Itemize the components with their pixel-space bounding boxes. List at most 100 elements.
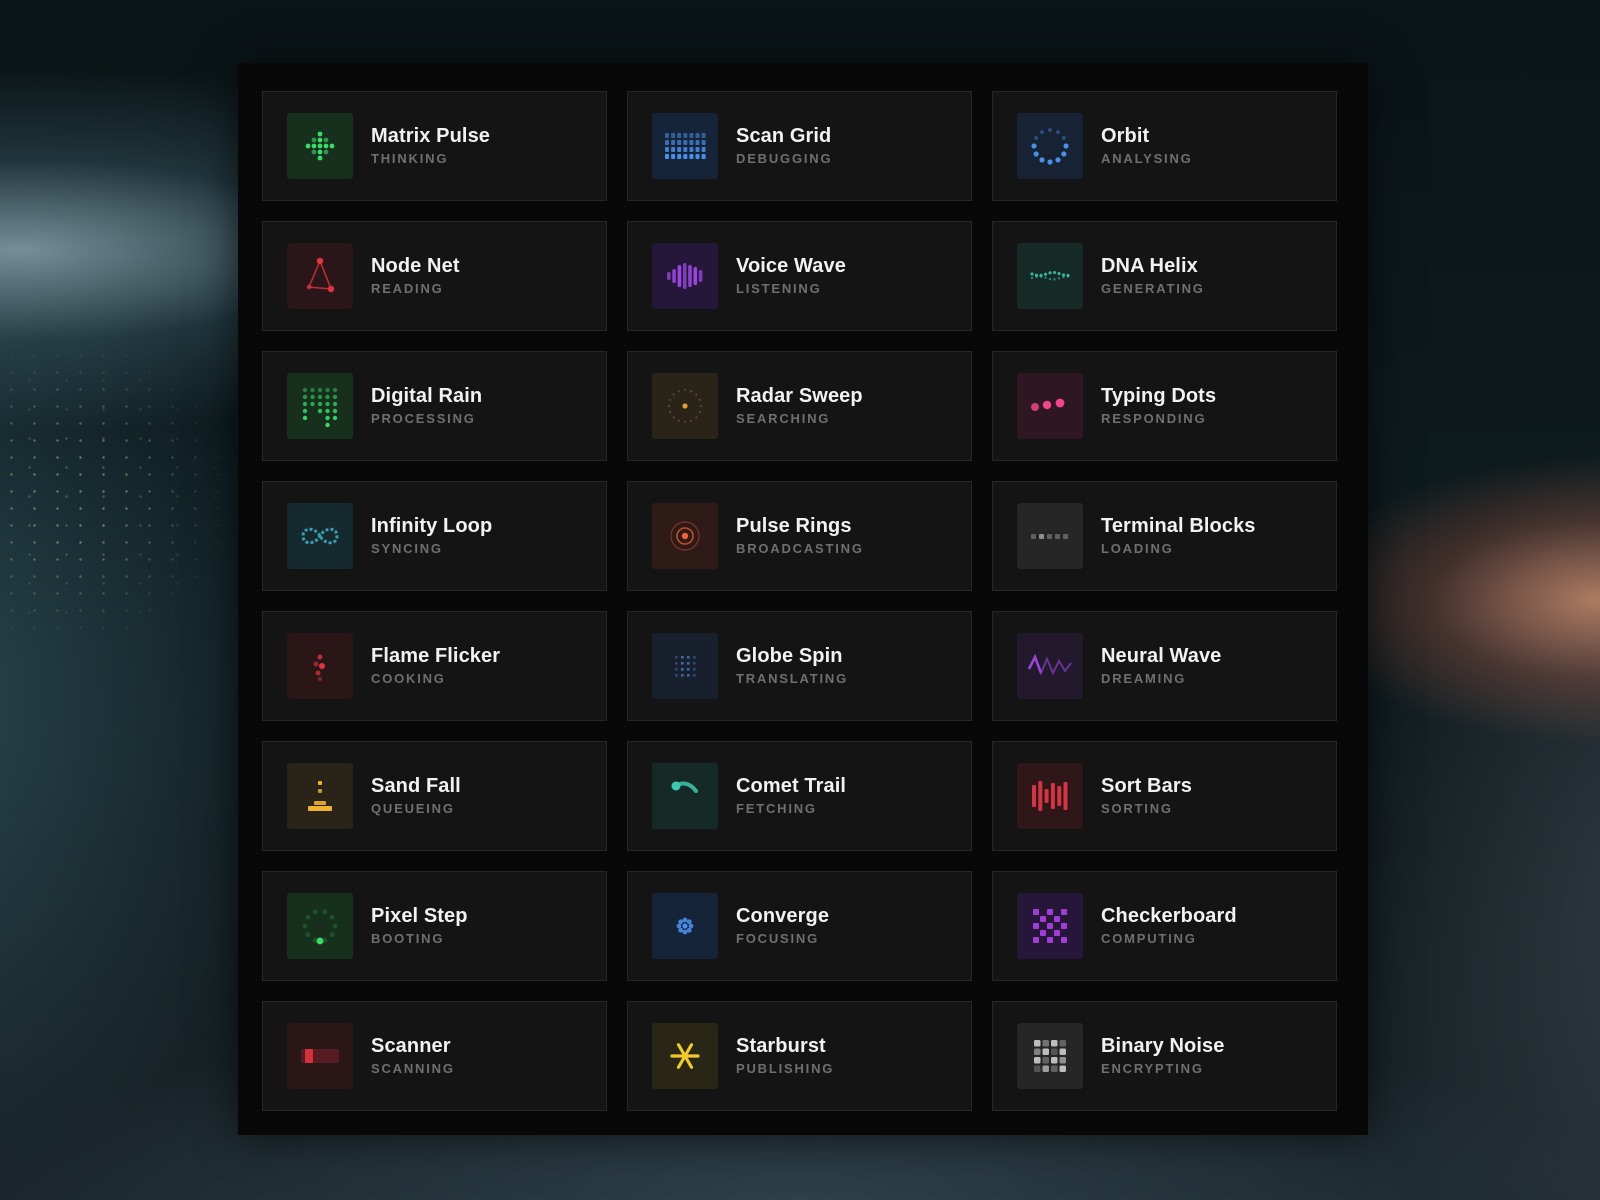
loader-card-neural-wave[interactable]: Neural Wave DREAMING bbox=[992, 611, 1337, 721]
icon-box bbox=[652, 763, 718, 829]
card-status: TRANSLATING bbox=[736, 671, 848, 686]
icon-box bbox=[652, 893, 718, 959]
loader-card-binary-noise[interactable]: Binary Noise ENCRYPTING bbox=[992, 1001, 1337, 1111]
card-title: Flame Flicker bbox=[371, 645, 501, 667]
orbit-icon bbox=[1031, 128, 1069, 165]
loader-card-voice-wave[interactable]: Voice Wave LISTENING bbox=[627, 221, 972, 331]
card-title: Node Net bbox=[371, 255, 460, 277]
icon-box bbox=[287, 1023, 353, 1089]
card-status: ENCRYPTING bbox=[1101, 1061, 1204, 1076]
loader-card-infinity-loop[interactable]: Infinity Loop SYNCING bbox=[262, 481, 607, 591]
icon-box bbox=[1017, 763, 1083, 829]
comet-trail-icon bbox=[671, 781, 698, 793]
card-status: SORTING bbox=[1101, 801, 1173, 816]
digital-rain-icon bbox=[302, 387, 338, 428]
card-title: Globe Spin bbox=[736, 645, 843, 667]
icon-box bbox=[652, 373, 718, 439]
card-status: PUBLISHING bbox=[736, 1061, 835, 1076]
dna-helix-icon bbox=[1030, 270, 1070, 281]
loader-card-digital-rain[interactable]: Digital Rain PROCESSING bbox=[262, 351, 607, 461]
loader-card-flame-flicker[interactable]: Flame Flicker COOKING bbox=[262, 611, 607, 721]
loader-card-sand-fall[interactable]: Sand Fall QUEUEING bbox=[262, 741, 607, 851]
card-title: Voice Wave bbox=[736, 255, 846, 277]
card-status: RESPONDING bbox=[1101, 411, 1207, 426]
binary-noise-icon bbox=[1034, 1040, 1066, 1072]
card-status: BOOTING bbox=[371, 931, 445, 946]
sort-bars-icon bbox=[1032, 781, 1068, 811]
card-status: SCANNING bbox=[371, 1061, 455, 1076]
card-title: Starburst bbox=[736, 1035, 826, 1057]
card-title: Scanner bbox=[371, 1035, 451, 1057]
icon-box bbox=[1017, 113, 1083, 179]
card-title: Sort Bars bbox=[1101, 775, 1192, 797]
loader-card-converge[interactable]: Converge FOCUSING bbox=[627, 871, 972, 981]
card-title: Terminal Blocks bbox=[1101, 515, 1256, 537]
icon-box bbox=[1017, 243, 1083, 309]
card-status: LISTENING bbox=[736, 281, 822, 296]
icon-box bbox=[287, 633, 353, 699]
pixel-step-icon bbox=[302, 909, 338, 945]
loader-card-pulse-rings[interactable]: Pulse Rings BROADCASTING bbox=[627, 481, 972, 591]
infinity-loop-icon bbox=[301, 527, 339, 545]
card-title: Comet Trail bbox=[736, 775, 847, 797]
card-status: COOKING bbox=[371, 671, 446, 686]
icon-box bbox=[652, 503, 718, 569]
globe-spin-icon bbox=[675, 656, 696, 677]
card-title: Digital Rain bbox=[371, 385, 483, 407]
card-status: READING bbox=[371, 281, 444, 296]
card-status: SYNCING bbox=[371, 541, 443, 556]
icon-box bbox=[287, 893, 353, 959]
loader-card-orbit[interactable]: Orbit ANALYSING bbox=[992, 91, 1337, 201]
loader-card-terminal-blocks[interactable]: Terminal Blocks LOADING bbox=[992, 481, 1337, 591]
card-title: Neural Wave bbox=[1101, 645, 1222, 667]
loader-card-matrix-pulse[interactable]: Matrix Pulse THINKING bbox=[262, 91, 607, 201]
card-title: Orbit bbox=[1101, 125, 1150, 147]
neural-wave-icon bbox=[1027, 653, 1072, 676]
loader-card-pixel-step[interactable]: Pixel Step BOOTING bbox=[262, 871, 607, 981]
icon-box bbox=[652, 113, 718, 179]
card-status: COMPUTING bbox=[1101, 931, 1197, 946]
voice-wave-icon bbox=[667, 263, 703, 289]
icon-box bbox=[1017, 503, 1083, 569]
loader-card-scan-grid[interactable]: Scan Grid DEBUGGING bbox=[627, 91, 972, 201]
icon-box bbox=[652, 243, 718, 309]
icon-box bbox=[287, 243, 353, 309]
card-title: Typing Dots bbox=[1101, 385, 1217, 407]
card-status: BROADCASTING bbox=[736, 541, 864, 556]
card-title: Matrix Pulse bbox=[371, 125, 491, 147]
loader-card-sort-bars[interactable]: Sort Bars SORTING bbox=[992, 741, 1337, 851]
icon-box bbox=[1017, 893, 1083, 959]
pulse-rings-icon bbox=[670, 521, 700, 551]
icon-box bbox=[652, 633, 718, 699]
loader-card-globe-spin[interactable]: Globe Spin TRANSLATING bbox=[627, 611, 972, 721]
icon-box bbox=[652, 1023, 718, 1089]
card-status: THINKING bbox=[371, 151, 449, 166]
terminal-blocks-icon bbox=[1031, 534, 1068, 539]
loader-grid: Matrix Pulse THINKING Scan Grid DEBUGGING … bbox=[262, 91, 1337, 1111]
icon-box bbox=[287, 373, 353, 439]
loader-card-dna-helix[interactable]: DNA Helix GENERATING bbox=[992, 221, 1337, 331]
card-title: Infinity Loop bbox=[371, 515, 493, 537]
loader-card-checkerboard[interactable]: Checkerboard COMPUTING bbox=[992, 871, 1337, 981]
loader-card-starburst[interactable]: Starburst PUBLISHING bbox=[627, 1001, 972, 1111]
starburst-icon bbox=[670, 1043, 700, 1069]
loader-card-comet-trail[interactable]: Comet Trail FETCHING bbox=[627, 741, 972, 851]
node-net-icon bbox=[306, 257, 335, 293]
scanner-icon bbox=[301, 1049, 339, 1063]
card-title: Pixel Step bbox=[371, 905, 468, 927]
sand-fall-icon bbox=[308, 781, 332, 811]
card-title: Scan Grid bbox=[736, 125, 832, 147]
icon-box bbox=[1017, 1023, 1083, 1089]
icon-box bbox=[287, 503, 353, 569]
icon-box bbox=[1017, 633, 1083, 699]
loader-card-node-net[interactable]: Node Net READING bbox=[262, 221, 607, 331]
loader-card-typing-dots[interactable]: Typing Dots RESPONDING bbox=[992, 351, 1337, 461]
scan-grid-icon bbox=[665, 133, 706, 159]
icon-box bbox=[287, 113, 353, 179]
loader-card-radar-sweep[interactable]: Radar Sweep SEARCHING bbox=[627, 351, 972, 461]
background-city-lights bbox=[0, 330, 240, 630]
loader-card-scanner[interactable]: Scanner SCANNING bbox=[262, 1001, 607, 1111]
card-status: ANALYSING bbox=[1101, 151, 1193, 166]
checkerboard-icon bbox=[1033, 909, 1067, 943]
card-title: Pulse Rings bbox=[736, 515, 852, 537]
